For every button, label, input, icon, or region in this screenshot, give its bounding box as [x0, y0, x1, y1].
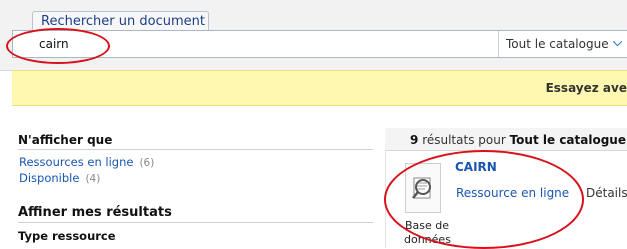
- facet-item-label: Ressources en ligne: [19, 155, 134, 169]
- facet-item-online[interactable]: Ressources en ligne (6): [19, 155, 154, 169]
- result-title-link[interactable]: CAIRN: [455, 160, 497, 174]
- results-count: 9: [410, 133, 419, 147]
- refine-title: Affiner mes résultats: [18, 205, 373, 223]
- result-type-line2: données: [404, 233, 451, 246]
- scope-select-label: Tout le catalogue: [506, 37, 609, 51]
- scope-select[interactable]: Tout le catalogue ⌵: [498, 31, 627, 57]
- facet-item-count: (6): [139, 157, 155, 169]
- magnifier-document-icon: [412, 177, 431, 199]
- facet-item-available[interactable]: Disponible (4): [19, 171, 100, 185]
- search-tab-label: Rechercher un document: [41, 14, 205, 29]
- chevron-down-icon[interactable]: ⌵: [613, 35, 622, 50]
- results-summary: 9 résultats pour Tout le catalogue: [410, 133, 626, 147]
- type-facet-title: Type ressource: [18, 229, 116, 243]
- facet-item-count: (4): [85, 173, 101, 185]
- result-type-line1: Base de: [405, 219, 450, 232]
- results-scope: Tout le catalogue: [509, 133, 626, 147]
- results-header: 9 résultats pour Tout le catalogue: [385, 128, 627, 151]
- results-count-text: résultats pour: [422, 133, 506, 147]
- facet-filter-title: N'afficher que: [18, 133, 373, 150]
- suggestion-banner: Essayez ave: [12, 70, 627, 106]
- suggestion-text: Essayez ave: [545, 81, 627, 95]
- details-link[interactable]: Détails: [586, 186, 627, 200]
- search-tab[interactable]: Rechercher un document: [32, 11, 209, 31]
- search-bar: Tout le catalogue ⌵: [12, 30, 627, 58]
- search-input[interactable]: [39, 35, 499, 53]
- result-thumbnail[interactable]: [405, 163, 441, 213]
- facet-item-label: Disponible: [19, 171, 80, 185]
- online-resource-link[interactable]: Ressource en ligne: [456, 186, 569, 200]
